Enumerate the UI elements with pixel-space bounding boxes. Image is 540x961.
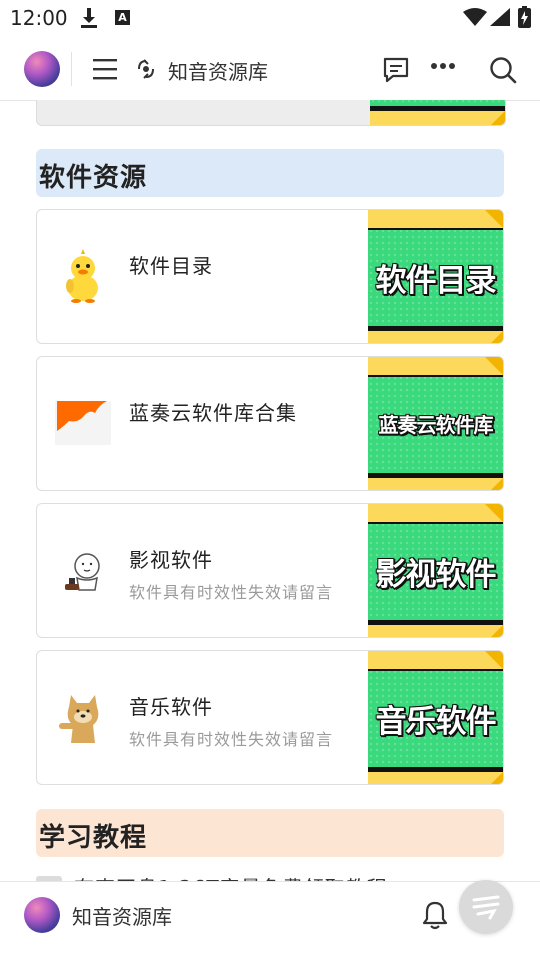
card-thumbnail: 蓝奏云软件库 <box>368 357 503 490</box>
duck-sticker-icon <box>55 248 111 304</box>
wifi-icon <box>463 8 487 26</box>
card-video-software[interactable]: 影视软件 软件具有时效性失效请留言 影视软件 <box>36 503 504 638</box>
card-thumbnail: 影视软件 <box>368 504 503 637</box>
bell-icon[interactable] <box>421 900 449 930</box>
section-tutorials-label: 学习教程 <box>39 823 148 853</box>
section-software-label: 软件资源 <box>39 163 148 193</box>
thumbnail-text: 影视软件 <box>375 557 497 593</box>
thumbnail-text: 软件目录 <box>375 263 497 299</box>
card-thumbnail: 音乐软件 <box>368 651 503 784</box>
bottom-site-title[interactable]: 知音资源库 <box>72 901 172 930</box>
site-title[interactable]: 知音资源库 <box>168 56 268 85</box>
stack-icon <box>472 895 500 920</box>
card-software-catalog[interactable]: 软件目录 软件目录 <box>36 209 504 344</box>
download-icon <box>81 8 97 28</box>
card-title: 影视软件 <box>129 548 213 572</box>
card-lanzou-collection[interactable]: 蓝奏云软件库合集 蓝奏云软件库 <box>36 356 504 491</box>
partial-card-thumbnail <box>370 100 505 125</box>
card-subtitle: 软件具有时效性失效请留言 <box>129 730 334 749</box>
battery-icon <box>518 6 531 28</box>
card-title: 音乐软件 <box>129 695 213 719</box>
more-icon[interactable] <box>430 62 456 70</box>
partial-card[interactable] <box>36 100 506 126</box>
card-title: 软件目录 <box>129 254 213 278</box>
search-icon[interactable] <box>489 56 517 84</box>
card-subtitle: 软件具有时效性失效请留言 <box>129 583 334 602</box>
status-time: 12:00 <box>10 6 68 30</box>
thumbnail-text: 音乐软件 <box>375 704 497 740</box>
card-title: 蓝奏云软件库合集 <box>129 401 297 425</box>
doge-sticker-icon <box>55 689 111 745</box>
status-bar: 12:00 A <box>0 0 540 36</box>
chat-icon[interactable] <box>382 56 410 84</box>
section-title-software: 软件资源 <box>36 149 504 197</box>
a-badge-icon: A <box>115 10 130 25</box>
site-avatar[interactable] <box>24 51 60 87</box>
lanzou-logo-icon <box>55 395 111 451</box>
bottom-avatar[interactable] <box>24 897 60 933</box>
header-divider <box>71 52 72 86</box>
thumbnail-text: 蓝奏云软件库 <box>378 413 494 437</box>
floating-menu-button[interactable] <box>459 880 513 934</box>
app-header: 知音资源库 <box>0 36 540 101</box>
cartoon-sticker-icon <box>55 542 111 598</box>
menu-icon[interactable] <box>93 58 117 80</box>
site-mini-logo-icon <box>138 59 154 79</box>
signal-icon <box>490 8 510 26</box>
section-title-tutorials: 学习教程 <box>36 809 504 857</box>
card-music-software[interactable]: 音乐软件 软件具有时效性失效请留言 音乐软件 <box>36 650 504 785</box>
card-thumbnail: 软件目录 <box>368 210 503 343</box>
bottom-bar: 知音资源库 <box>0 881 540 961</box>
